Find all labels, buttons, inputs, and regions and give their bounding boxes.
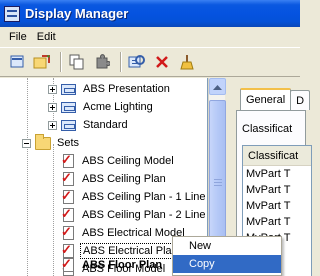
menu-edit[interactable]: Edit <box>32 31 61 43</box>
tree-item-label: ABS Presentation <box>83 83 170 95</box>
menu-bar: File Edit <box>0 27 300 47</box>
title-bar: Display Manager <box>0 0 300 27</box>
tree-item-label: ABS Floor Plan <box>82 259 163 271</box>
display-set-icon: ✓ <box>60 225 76 241</box>
window-title: Display Manager <box>25 6 129 21</box>
expand-icon[interactable] <box>48 120 57 130</box>
toolbar <box>0 47 300 77</box>
context-menu-new[interactable]: New <box>173 237 281 255</box>
grip-line <box>214 182 222 183</box>
tree-item-set[interactable]: ✓ ABS Ceiling Plan - 1 Line <box>60 188 207 206</box>
tree-item-set[interactable]: ✓ ABS Electrical Model <box>60 224 187 242</box>
display-set-icon: ✓ <box>60 257 76 273</box>
tree-guide-line <box>27 78 28 276</box>
new-button[interactable] <box>6 51 28 73</box>
tree-guide-line <box>53 144 54 276</box>
tab-general[interactable]: General <box>240 88 292 110</box>
tree-item-set[interactable]: ✓ ABS Ceiling Model <box>60 152 176 170</box>
tree-item-sets[interactable]: Sets <box>22 133 81 152</box>
classification-label: Classificat <box>242 123 293 135</box>
list-item[interactable]: MvPart T <box>243 198 311 214</box>
context-menu: New Copy <box>172 236 282 276</box>
delete-button[interactable] <box>151 51 173 73</box>
puzzle-icon <box>96 54 110 69</box>
representation-icon <box>61 100 77 114</box>
tree-item-label: Sets <box>57 137 80 149</box>
open-button[interactable] <box>31 51 53 73</box>
list-item[interactable]: MvPart T <box>243 182 311 198</box>
menu-file[interactable]: File <box>4 31 32 43</box>
display-set-icon: ✓ <box>60 171 76 187</box>
display-set-icon: ✓ <box>60 153 76 169</box>
representation-icon <box>61 82 77 96</box>
new-icon <box>10 55 24 68</box>
tree-item-label: ABS Ceiling Model <box>82 155 174 167</box>
tree-item-standard[interactable]: Standard <box>48 116 130 134</box>
grip-line <box>214 185 222 186</box>
tree-item-set-current[interactable]: ✓ ABS Floor Plan <box>60 256 164 274</box>
grip-line <box>214 179 222 180</box>
tree-item-label: ABS Ceiling Plan <box>82 173 166 185</box>
tab-strip: General D <box>240 88 311 110</box>
context-menu-copy[interactable]: Copy <box>173 255 281 273</box>
purge-icon <box>180 55 194 70</box>
list-item[interactable]: MvPart T <box>243 166 311 182</box>
copy-button[interactable] <box>66 51 88 73</box>
list-item[interactable]: MvPart T <box>243 214 311 230</box>
tree-item-label: Standard <box>83 119 128 131</box>
tree-item-label: ABS Ceiling Plan - 1 Line <box>82 191 206 203</box>
expand-icon[interactable] <box>48 84 57 94</box>
tree-item-abs-presentation[interactable]: ABS Presentation <box>48 80 172 98</box>
collapse-icon[interactable] <box>22 138 31 148</box>
tree-item-set[interactable]: ✓ ABS Ceiling Plan <box>60 170 168 188</box>
toolbar-separator <box>60 52 62 72</box>
toolbar-separator <box>120 52 122 72</box>
edit-settings-button[interactable] <box>126 51 148 73</box>
expand-icon[interactable] <box>48 102 57 112</box>
puzzle-button[interactable] <box>91 51 113 73</box>
tree-item-label: ABS Electrical Model <box>82 227 185 239</box>
representation-icon <box>61 118 77 132</box>
tree-item-label: ABS Ceiling Plan - 2 Line <box>82 209 206 221</box>
tree-item-acme-lighting[interactable]: Acme Lighting <box>48 98 155 116</box>
open-icon <box>33 55 50 69</box>
purge-button[interactable] <box>176 51 198 73</box>
column-header[interactable]: Classificat <box>243 146 311 166</box>
app-icon <box>4 5 20 22</box>
display-set-icon: ✓ <box>60 207 76 223</box>
display-set-icon: ✓ <box>60 189 76 205</box>
arrow-up-icon <box>213 84 222 90</box>
tree-item-set[interactable]: ✓ ABS Ceiling Plan - 2 Line <box>60 206 207 224</box>
edit-settings-icon <box>128 55 145 68</box>
folder-icon <box>35 133 51 150</box>
delete-icon <box>156 56 168 68</box>
tree-item-label: Acme Lighting <box>83 101 153 113</box>
scroll-up-button[interactable] <box>209 78 226 95</box>
tab-display[interactable]: D <box>290 90 311 110</box>
copy-icon <box>69 54 84 70</box>
